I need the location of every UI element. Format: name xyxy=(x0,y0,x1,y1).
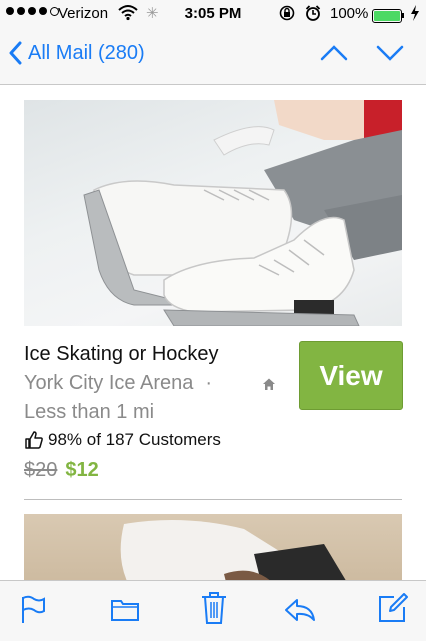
view-deal-button[interactable]: View xyxy=(299,341,403,410)
original-price: $20 xyxy=(24,459,58,481)
divider xyxy=(24,499,402,500)
charging-bolt-icon xyxy=(410,4,420,26)
flag-icon xyxy=(22,595,45,623)
reply-button[interactable] xyxy=(283,597,317,628)
thumbs-up-icon xyxy=(25,431,43,449)
battery-percentage: 100% xyxy=(330,5,369,22)
distance: Less than 1 mi xyxy=(24,401,155,423)
next-deal-photo[interactable] xyxy=(24,514,402,580)
message-toolbar xyxy=(0,580,426,641)
separator: · xyxy=(205,372,213,394)
venue-name: York City Ice Arena xyxy=(24,372,194,394)
reply-icon xyxy=(285,599,315,621)
delete-button[interactable] xyxy=(200,591,228,630)
chevron-up-icon xyxy=(320,45,348,61)
next-message-button[interactable] xyxy=(376,44,404,67)
status-bar: Verizon ✳ 3:05 PM 100% xyxy=(0,0,426,30)
rotation-lock-icon xyxy=(279,4,295,26)
compose-icon xyxy=(379,593,408,622)
move-to-folder-button[interactable] xyxy=(110,595,140,628)
deal-title[interactable]: Ice Skating or Hockey xyxy=(24,343,219,366)
customer-rating: 98% of 187 Customers xyxy=(24,430,221,450)
previous-message-button[interactable] xyxy=(320,44,348,67)
trash-icon xyxy=(202,592,226,624)
rating-text: 98% of 187 Customers xyxy=(48,430,221,449)
chevron-left-icon xyxy=(9,41,22,65)
home-icon xyxy=(262,374,276,397)
sale-price: $12 xyxy=(65,459,99,481)
deal-photo[interactable] xyxy=(24,100,402,326)
folder-icon xyxy=(111,600,139,621)
alarm-icon xyxy=(305,4,321,26)
battery-icon xyxy=(372,9,402,23)
message-body[interactable]: Ice Skating or Hockey York City Ice Aren… xyxy=(0,85,426,580)
back-button[interactable]: All Mail (280) xyxy=(8,41,145,65)
back-button-label: All Mail (280) xyxy=(28,41,145,64)
navigation-bar: All Mail (280) xyxy=(0,30,426,85)
chevron-down-icon xyxy=(376,45,404,61)
venue-line: York City Ice Arena · xyxy=(24,372,275,395)
price-line: $20 $12 xyxy=(24,459,99,482)
flag-button[interactable] xyxy=(20,595,46,630)
compose-button[interactable] xyxy=(378,593,408,628)
